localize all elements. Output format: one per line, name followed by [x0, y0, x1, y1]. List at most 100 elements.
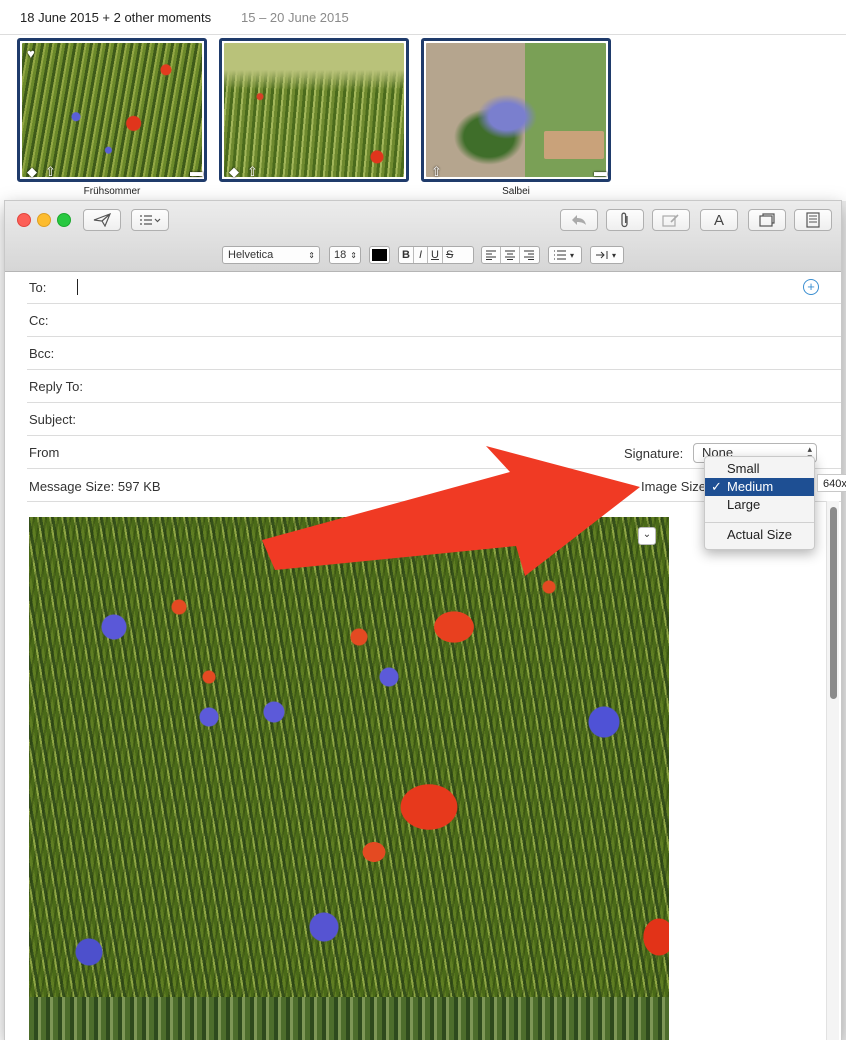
message-size: Message Size: 597 KB: [29, 479, 161, 494]
reply-to-field[interactable]: Reply To:: [27, 370, 841, 403]
updown-icon: ⇕: [308, 250, 315, 260]
tag-icon: ◆: [27, 164, 37, 179]
text-color-button[interactable]: [369, 246, 390, 264]
color-swatch: [372, 249, 387, 261]
list-style-select[interactable]: ▾: [548, 246, 582, 264]
indent-icon: [596, 251, 608, 259]
toolbar: A Helvetica ⇕ 18 ⇕ B I U S ▾ ▾: [5, 201, 841, 272]
photos-header: 18 June 2015 + 2 other moments 15 – 20 J…: [0, 0, 846, 35]
underline-button[interactable]: U: [428, 247, 443, 263]
strikethrough-button[interactable]: S: [443, 247, 456, 263]
menu-item-label: Small: [727, 461, 760, 476]
menu-item-label: Actual Size: [727, 527, 793, 542]
close-window-button[interactable]: [17, 213, 31, 227]
menu-item-actual-size[interactable]: Actual Size: [705, 526, 814, 544]
to-field[interactable]: To: +: [27, 271, 841, 304]
photo-image: [22, 43, 202, 177]
vertical-scrollbar[interactable]: [826, 501, 839, 1040]
briefcase-icon: ▬: [190, 164, 203, 179]
list-chevron-icon: [140, 215, 161, 225]
heart-icon: ♥: [27, 46, 35, 61]
share-icon: ⇧: [45, 164, 56, 179]
format-toggle-button[interactable]: A: [700, 209, 738, 231]
share-icon: ⇧: [431, 164, 442, 179]
thumbnail-caption: Salbei: [502, 186, 530, 197]
header-fields-button[interactable]: [131, 209, 169, 231]
stationery-button[interactable]: [794, 209, 832, 231]
align-center-button[interactable]: [501, 247, 520, 263]
align-right-icon: [524, 250, 534, 260]
bold-button[interactable]: B: [399, 247, 414, 263]
align-center-icon: [505, 250, 515, 260]
cc-field[interactable]: Cc:: [27, 304, 841, 337]
chevron-down-icon: ▾: [612, 250, 617, 260]
menu-item-medium[interactable]: ✓ Medium: [705, 478, 814, 496]
from-label: From: [29, 445, 60, 460]
menu-separator: [705, 522, 814, 523]
message-size-value: 597 KB: [117, 479, 161, 494]
reply-to-label: Reply To:: [29, 379, 83, 394]
align-left-icon: [486, 250, 496, 260]
signature-label: Signature:: [624, 446, 684, 461]
subject-field[interactable]: Subject:: [27, 403, 841, 436]
share-icon: ⇧: [247, 164, 258, 179]
bcc-field[interactable]: Bcc:: [27, 337, 841, 370]
reply-arrow-icon: [572, 215, 586, 225]
bullet-list-icon: [554, 250, 566, 260]
menu-item-label: Large: [727, 497, 761, 512]
photo-thumbnail[interactable]: ◆ ⇧: [219, 38, 409, 182]
cc-label: Cc:: [29, 313, 49, 328]
checkmark-icon: ✓: [711, 479, 722, 494]
font-family-select[interactable]: Helvetica ⇕: [222, 246, 320, 264]
markup-button[interactable]: [652, 209, 690, 231]
font-family-value: Helvetica: [228, 249, 274, 261]
add-contact-icon[interactable]: +: [803, 279, 819, 295]
bcc-label: Bcc:: [29, 346, 55, 361]
photo-image: [224, 43, 404, 177]
markup-icon: [662, 214, 679, 227]
photo-browser-button[interactable]: [748, 209, 786, 231]
updown-icon: ⇕: [350, 250, 357, 260]
paperclip-icon: [621, 212, 628, 228]
tag-icon: ◆: [229, 164, 239, 179]
menu-item-small[interactable]: Small: [705, 460, 814, 478]
planter-shape: [544, 131, 604, 159]
text-style-buttons: B I U S: [398, 246, 474, 264]
scrollbar-thumb[interactable]: [830, 507, 837, 699]
mail-compose-window: A Helvetica ⇕ 18 ⇕ B I U S ▾ ▾ To: + Cc:…: [5, 201, 841, 1040]
menu-item-label: Medium: [727, 479, 774, 494]
align-right-button[interactable]: [520, 247, 538, 263]
to-label: To:: [29, 280, 47, 295]
image-size-label: Image Size: [641, 479, 707, 494]
indent-select[interactable]: ▾: [590, 246, 624, 264]
photo-thumbnail[interactable]: ⇧ ▬: [421, 38, 611, 182]
image-options-button[interactable]: ⌄: [638, 527, 656, 545]
attach-button[interactable]: [606, 209, 644, 231]
message-size-label: Message Size:: [29, 479, 115, 494]
second-photo-top: [29, 997, 669, 1040]
photo-thumbnail[interactable]: ♥ ◆ ⇧ ▬: [17, 38, 207, 182]
attached-image[interactable]: [29, 517, 669, 1040]
moments-date-range: 15 – 20 June 2015: [241, 10, 349, 25]
reply-button[interactable]: [560, 209, 598, 231]
minimize-window-button[interactable]: [37, 213, 51, 227]
send-button[interactable]: [83, 209, 121, 231]
thumbnail-caption: Frühsommer: [83, 186, 141, 197]
wildflower-photo: [29, 517, 669, 997]
chevron-down-icon: ▾: [570, 250, 575, 260]
font-size-value: 18: [334, 249, 347, 261]
subject-label: Subject:: [29, 412, 76, 427]
stationery-icon: [806, 212, 820, 228]
image-size-menu: Small ✓ Medium Large Actual Size: [704, 456, 815, 550]
menu-item-large[interactable]: Large: [705, 496, 814, 514]
zoom-window-button[interactable]: [57, 213, 71, 227]
text-cursor: [77, 279, 78, 295]
briefcase-icon: ▬: [594, 164, 607, 179]
moments-title: 18 June 2015 + 2 other moments: [20, 10, 212, 25]
italic-button[interactable]: I: [414, 247, 429, 263]
align-left-button[interactable]: [482, 247, 501, 263]
paper-plane-icon: [93, 213, 111, 227]
font-size-select[interactable]: 18 ⇕: [329, 246, 361, 264]
image-dimensions-tooltip: 640x: [817, 474, 846, 492]
photo-browser-icon: [759, 213, 775, 227]
